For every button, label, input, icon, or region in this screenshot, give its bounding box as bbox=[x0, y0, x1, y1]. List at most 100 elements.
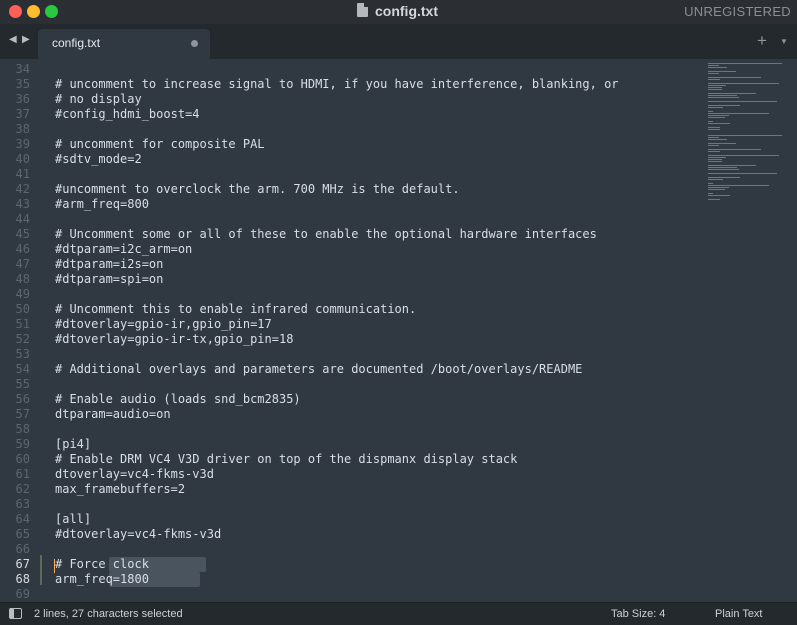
minimap-line bbox=[708, 165, 756, 166]
line-number: 57 bbox=[15, 407, 30, 421]
minimap-line bbox=[708, 77, 762, 78]
code-line: # uncomment for composite PAL bbox=[55, 137, 265, 151]
line-number: 41 bbox=[15, 167, 30, 181]
line-number: 67 bbox=[15, 557, 30, 571]
code-line: dtparam=audio=on bbox=[55, 407, 171, 421]
minimap-line bbox=[708, 179, 724, 180]
line-number: 42 bbox=[15, 182, 30, 196]
line-number: 44 bbox=[15, 212, 30, 226]
line-number: 53 bbox=[15, 347, 30, 361]
minimap-line bbox=[708, 65, 720, 66]
plus-icon[interactable]: + bbox=[757, 31, 767, 51]
code-line: #dtparam=i2s=on bbox=[55, 257, 164, 271]
line-number: 36 bbox=[15, 92, 30, 106]
code-line: [all] bbox=[55, 512, 92, 526]
minimap-line bbox=[708, 177, 741, 178]
minimap-line bbox=[708, 115, 729, 116]
minimap-line bbox=[708, 73, 720, 74]
line-number-gutter: 34 35 36 37 38 39 40 41 42 43 44 45 46 47 48 49 50 51 52 53… bbox=[0, 59, 46, 602]
minimap-line bbox=[708, 145, 720, 146]
minimap-line bbox=[708, 169, 740, 170]
minimap-line bbox=[708, 87, 723, 88]
line-number: 59 bbox=[15, 437, 30, 451]
unsaved-dot-icon[interactable] bbox=[191, 40, 198, 47]
tab-label: config.txt bbox=[52, 36, 101, 50]
code-line: # uncomment to increase signal to HDMI, … bbox=[55, 77, 619, 91]
minimap-line bbox=[708, 123, 730, 124]
minimap-line bbox=[708, 161, 723, 162]
minimap-line bbox=[708, 155, 780, 156]
text-editor[interactable]: # uncomment to increase signal to HDMI, … bbox=[55, 59, 695, 602]
line-number: 37 bbox=[15, 107, 30, 121]
syntax-button[interactable]: Plain Text bbox=[715, 608, 763, 620]
line-number: 55 bbox=[15, 377, 30, 391]
minimap-line bbox=[708, 143, 736, 144]
minimap-line bbox=[708, 121, 713, 122]
minimap[interactable] bbox=[704, 59, 797, 602]
tab-config-txt[interactable]: config.txt bbox=[38, 29, 210, 59]
line-number: 50 bbox=[15, 302, 30, 316]
tab-size-button[interactable]: Tab Size: 4 bbox=[611, 608, 665, 620]
minimap-line bbox=[708, 95, 737, 96]
line-number: 49 bbox=[15, 287, 30, 301]
line-number: 39 bbox=[15, 137, 30, 151]
code-line: # Enable DRM VC4 V3D driver on top of th… bbox=[55, 452, 518, 466]
code-line: # Additional overlays and parameters are… bbox=[55, 362, 583, 376]
close-icon[interactable] bbox=[9, 5, 22, 18]
sidebar-toggle-icon[interactable] bbox=[9, 608, 22, 619]
code-line: #uncomment to overclock the arm. 700 MHz… bbox=[55, 182, 460, 196]
minimap-line bbox=[708, 85, 727, 86]
modified-lines-marker bbox=[40, 555, 42, 585]
minimap-line bbox=[708, 135, 783, 136]
line-number: 34 bbox=[15, 62, 30, 76]
minimap-line bbox=[708, 173, 778, 174]
minimap-line bbox=[708, 89, 723, 90]
minimap-line bbox=[708, 97, 740, 98]
chevron-right-icon[interactable]: ▶ bbox=[22, 34, 30, 45]
minimap-line bbox=[708, 185, 769, 186]
minimap-line bbox=[708, 149, 762, 150]
minimize-icon[interactable] bbox=[27, 5, 40, 18]
code-line: #arm_freq=800 bbox=[55, 197, 149, 211]
line-number: 69 bbox=[15, 587, 30, 601]
line-number: 43 bbox=[15, 197, 30, 211]
code-line: # no display bbox=[55, 92, 142, 106]
maximize-icon[interactable] bbox=[45, 5, 58, 18]
minimap-line bbox=[708, 101, 778, 102]
code-line: # Uncomment some or all of these to enab… bbox=[55, 227, 597, 241]
chevron-left-icon[interactable]: ◀ bbox=[9, 34, 17, 45]
minimap-line bbox=[708, 129, 721, 130]
minimap-line bbox=[708, 189, 726, 190]
code-line: # Force clock bbox=[55, 557, 149, 571]
minimap-line bbox=[708, 113, 769, 114]
chevron-down-icon[interactable]: ▼ bbox=[780, 37, 788, 46]
code-line: #config_hdmi_boost=4 bbox=[55, 107, 200, 121]
line-number: 62 bbox=[15, 482, 30, 496]
minimap-line bbox=[708, 79, 721, 80]
minimap-line bbox=[708, 159, 723, 160]
minimap-line bbox=[708, 67, 727, 68]
line-number: 45 bbox=[15, 227, 30, 241]
minimap-line bbox=[708, 167, 737, 168]
line-number: 64 bbox=[15, 512, 30, 526]
minimap-line bbox=[708, 139, 727, 140]
window-title: config.txt bbox=[375, 3, 438, 19]
status-bar: 2 lines, 27 characters selected Tab Size… bbox=[0, 602, 797, 625]
code-line: #dtoverlay=gpio-ir,gpio_pin=17 bbox=[55, 317, 272, 331]
code-line: #dtoverlay=gpio-ir-tx,gpio_pin=18 bbox=[55, 332, 294, 346]
line-number: 54 bbox=[15, 362, 30, 376]
code-line: # Enable audio (loads snd_bcm2835) bbox=[55, 392, 301, 406]
line-number: 66 bbox=[15, 542, 30, 556]
code-line: arm_freq=1800 bbox=[55, 572, 149, 586]
minimap-line bbox=[708, 193, 713, 194]
line-number: 51 bbox=[15, 317, 30, 331]
line-number: 60 bbox=[15, 452, 30, 466]
minimap-line bbox=[708, 93, 756, 94]
minimap-line bbox=[708, 183, 713, 184]
minimap-line bbox=[708, 157, 727, 158]
selection-status: 2 lines, 27 characters selected bbox=[34, 608, 183, 620]
minimap-line bbox=[708, 151, 721, 152]
line-number: 52 bbox=[15, 332, 30, 346]
code-line: #dtoverlay=vc4-fkms-v3d bbox=[55, 527, 222, 541]
tab-bar: ◀ ▶ config.txt + ▼ bbox=[0, 24, 797, 59]
